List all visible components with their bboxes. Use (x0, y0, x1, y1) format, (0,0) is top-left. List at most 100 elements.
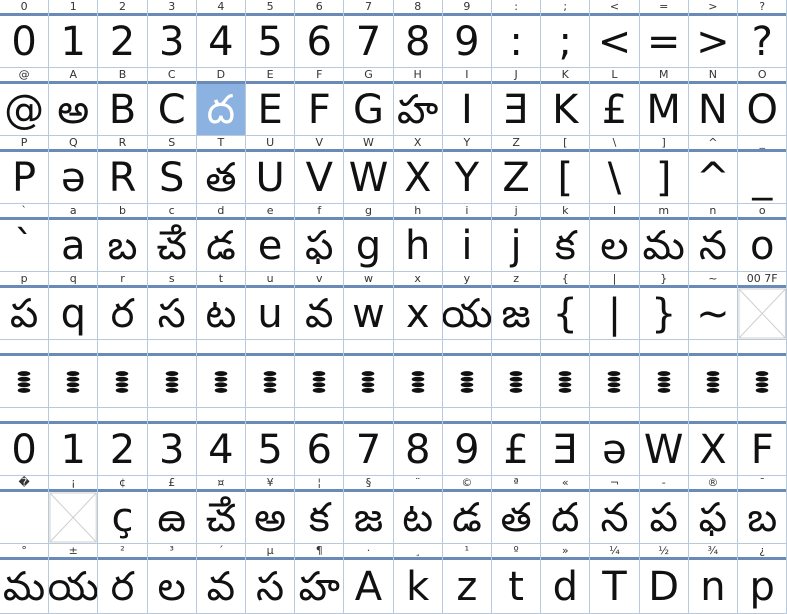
glyph-cell[interactable]: ` ` (0, 204, 50, 272)
glyph-cell[interactable]: WW (344, 136, 394, 204)
glyph-cell[interactable]: 22 (98, 0, 148, 68)
glyph-cell[interactable]: ¡ (49, 476, 99, 544)
glyph-cell[interactable]: ¨ ట (393, 476, 443, 544)
glyph-cell[interactable]: 88 (393, 0, 443, 68)
glyph-cell[interactable]: -ప (639, 476, 689, 544)
glyph-cell[interactable]: § జ (344, 476, 394, 544)
glyph-cell[interactable]: VV (295, 136, 345, 204)
glyph-cell[interactable]: ¯ బ (738, 476, 787, 544)
glyph-cell[interactable]: ® ఫ (688, 476, 738, 544)
glyph-cell[interactable]: uu (246, 272, 296, 340)
glyph-cell[interactable]: XX (393, 136, 443, 204)
glyph-cell[interactable] (196, 340, 246, 408)
glyph-cell[interactable]: tట (196, 272, 246, 340)
glyph-cell[interactable]: ½D (639, 544, 689, 614)
glyph-cell[interactable]: BB (98, 68, 148, 136)
glyph-cell[interactable]: 99 (442, 0, 492, 68)
glyph-cell[interactable]: ºt (492, 544, 542, 614)
glyph-cell[interactable]: » d (541, 544, 591, 614)
glyph-cell[interactable]: mమ (639, 204, 689, 272)
glyph-cell[interactable] (49, 340, 99, 408)
glyph-cell[interactable]: X (688, 408, 738, 476)
glyph-cell[interactable]: Qə (49, 136, 99, 204)
glyph-cell[interactable]: xx (393, 272, 443, 340)
glyph-cell[interactable]: yయ (442, 272, 492, 340)
glyph-cell[interactable]: dడ (196, 204, 246, 272)
glyph-cell[interactable] (295, 340, 345, 408)
glyph-cell[interactable]: ww (344, 272, 394, 340)
glyph-cell[interactable]: aa (49, 204, 99, 272)
glyph-cell[interactable]: ¥ అ (246, 476, 296, 544)
glyph-cell[interactable]: ³ల (147, 544, 197, 614)
glyph-cell[interactable]: lల (590, 204, 640, 272)
glyph-cell[interactable]: SS (147, 136, 197, 204)
glyph-cell[interactable]: KK (541, 68, 591, 136)
glyph-cell[interactable]: > > (688, 0, 738, 68)
glyph-cell[interactable]: 6 (295, 408, 345, 476)
glyph-cell[interactable]: 4 (196, 408, 246, 476)
glyph-cell[interactable]: NN (688, 68, 738, 136)
glyph-cell[interactable]: \ \ (590, 136, 640, 204)
glyph-cell[interactable]: II (442, 68, 492, 136)
glyph-cell[interactable]: ± య (49, 544, 99, 614)
glyph-cell[interactable]: Aఅ (49, 68, 99, 136)
glyph-cell[interactable] (344, 340, 394, 408)
glyph-cell[interactable] (98, 340, 148, 408)
glyph-cell[interactable]: ¤ ౘ (196, 476, 246, 544)
glyph-cell[interactable]: gg (344, 204, 394, 272)
glyph-cell[interactable]: ¬ న (590, 476, 640, 544)
glyph-cell[interactable] (393, 340, 443, 408)
glyph-cell[interactable]: UU (246, 136, 296, 204)
glyph-cell[interactable]: 2 (98, 408, 148, 476)
glyph-cell[interactable]: JƎ (492, 68, 542, 136)
glyph-cell[interactable]: ªత (492, 476, 542, 544)
glyph-cell[interactable] (246, 340, 296, 408)
glyph-cell[interactable]: _ _ (738, 136, 787, 204)
glyph-cell[interactable]: ~ ~ (688, 272, 738, 340)
glyph-cell[interactable]: ¢ ç (98, 476, 148, 544)
glyph-cell[interactable]: © డ (442, 476, 492, 544)
glyph-cell[interactable]: OO (738, 68, 787, 136)
glyph-cell[interactable]: }} (639, 272, 689, 340)
glyph-cell[interactable]: FF (295, 68, 345, 136)
glyph-cell[interactable]: 55 (246, 0, 296, 68)
glyph-cell[interactable]: 00 7F (738, 272, 787, 340)
glyph-cell[interactable]: ii (442, 204, 492, 272)
glyph-cell[interactable]: ¸ k (393, 544, 443, 614)
glyph-cell[interactable]: pప (0, 272, 50, 340)
glyph-cell[interactable]: Ǝ (541, 408, 591, 476)
glyph-cell[interactable]: 5 (246, 408, 296, 476)
glyph-cell[interactable]: vవ (295, 272, 345, 340)
glyph-cell[interactable]: 66 (295, 0, 345, 68)
glyph-cell[interactable]: 9 (442, 408, 492, 476)
glyph-cell[interactable]: | | (590, 272, 640, 340)
glyph-cell[interactable] (442, 340, 492, 408)
glyph-cell[interactable]: ZZ (492, 136, 542, 204)
glyph-cell[interactable]: 44 (196, 0, 246, 68)
glyph-cell[interactable]: MM (639, 68, 689, 136)
glyph-cell[interactable]: PP (0, 136, 50, 204)
glyph-cell[interactable]: ° మ (0, 544, 50, 614)
glyph-cell[interactable]: oo (738, 204, 787, 272)
glyph-cell[interactable]: RR (98, 136, 148, 204)
glyph-cell[interactable] (639, 340, 689, 408)
glyph-cell[interactable] (738, 340, 787, 408)
glyph-cell[interactable]: YY (442, 136, 492, 204)
glyph-cell[interactable]: CC (147, 68, 197, 136)
glyph-cell[interactable]: ee (246, 204, 296, 272)
glyph-cell[interactable]: kక (541, 204, 591, 272)
glyph-cell[interactable]: W (639, 408, 689, 476)
glyph-cell[interactable]: [[ (541, 136, 591, 204)
glyph-cell[interactable]: @ @ (0, 68, 50, 136)
glyph-cell[interactable]: L £ (590, 68, 640, 136)
glyph-cell[interactable]: GG (344, 68, 394, 136)
glyph-cell[interactable]: 3 (147, 408, 197, 476)
glyph-cell[interactable]: 1 (49, 408, 99, 476)
glyph-cell[interactable] (541, 340, 591, 408)
glyph-cell[interactable]: £ ౚ (147, 476, 197, 544)
glyph-cell[interactable]: 0 (0, 408, 50, 476)
glyph-cell[interactable]: EE (246, 68, 296, 136)
glyph-cell[interactable] (590, 340, 640, 408)
glyph-cell[interactable]: � (0, 476, 50, 544)
glyph-cell[interactable] (147, 340, 197, 408)
